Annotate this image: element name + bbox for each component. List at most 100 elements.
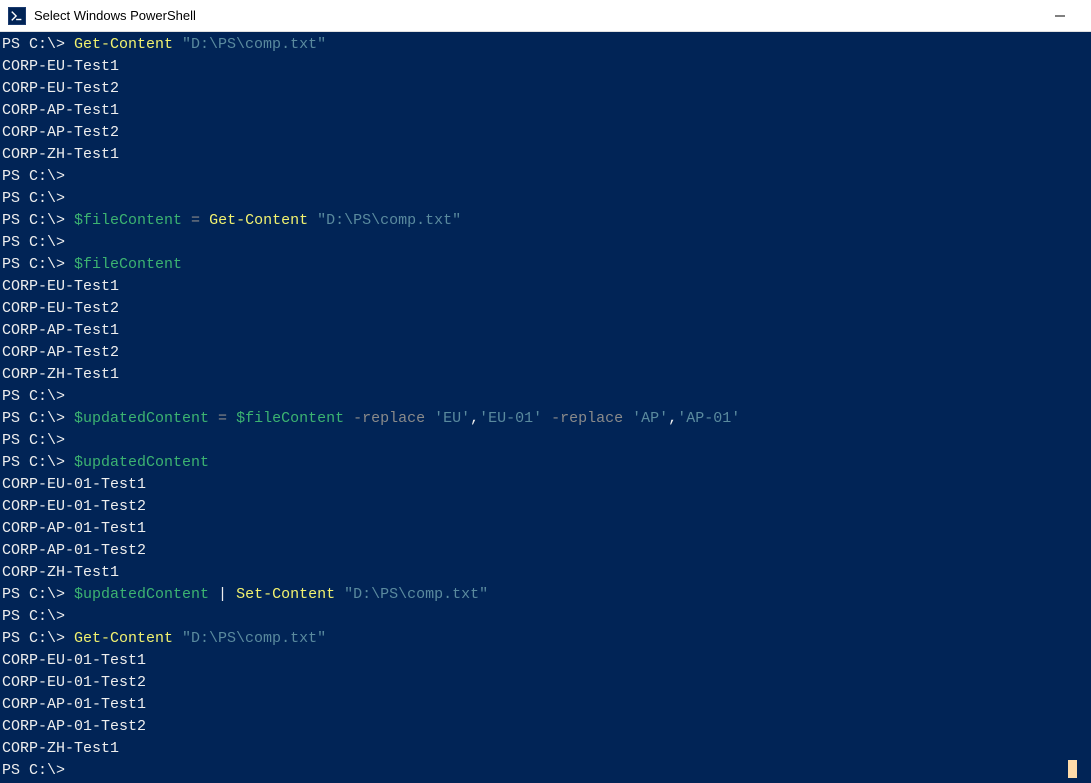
powershell-icon	[8, 7, 26, 25]
terminal-segment: PS C:\>	[2, 190, 65, 207]
terminal-line: CORP-AP-Test1	[2, 100, 1091, 122]
terminal-segment: PS C:\>	[2, 388, 65, 405]
terminal-line: CORP-EU-01-Test1	[2, 474, 1091, 496]
terminal-line: CORP-EU-01-Test1	[2, 650, 1091, 672]
terminal-line: CORP-EU-Test1	[2, 276, 1091, 298]
terminal-segment: 'AP'	[632, 410, 668, 427]
terminal-segment: CORP-EU-Test2	[2, 300, 119, 317]
terminal-line: CORP-AP-01-Test2	[2, 716, 1091, 738]
window-title: Select Windows PowerShell	[34, 8, 1037, 23]
terminal-line: CORP-AP-Test2	[2, 342, 1091, 364]
terminal-segment: Get-Content	[209, 212, 317, 229]
terminal-segment: $updatedContent	[74, 586, 218, 603]
terminal-segment: CORP-EU-01-Test1	[2, 476, 146, 493]
terminal-segment: Get-Content	[74, 36, 182, 53]
terminal-line: PS C:\> $updatedContent | Set-Content "D…	[2, 584, 1091, 606]
terminal-line: PS C:\> $updatedContent = $fileContent -…	[2, 408, 1091, 430]
terminal-line: CORP-EU-Test1	[2, 56, 1091, 78]
terminal-segment: PS C:\>	[2, 432, 65, 449]
terminal-segment: CORP-EU-Test1	[2, 278, 119, 295]
terminal-segment: 'AP-01'	[677, 410, 740, 427]
terminal-segment: CORP-EU-Test2	[2, 80, 119, 97]
terminal-segment: "D:\PS\comp.txt"	[182, 36, 326, 53]
terminal-segment: CORP-EU-01-Test2	[2, 498, 146, 515]
terminal-segment: CORP-AP-Test1	[2, 102, 119, 119]
terminal-cursor	[1066, 759, 1077, 781]
terminal-line: PS C:\> $fileContent	[2, 254, 1091, 276]
terminal-segment: PS C:\>	[2, 410, 74, 427]
terminal-segment: $fileContent	[236, 410, 353, 427]
terminal-segment: CORP-EU-01-Test1	[2, 652, 146, 669]
terminal-segment: PS C:\>	[2, 608, 65, 625]
terminal-segment: 'EU'	[434, 410, 470, 427]
terminal-line: CORP-AP-01-Test2	[2, 540, 1091, 562]
terminal-segment: "D:\PS\comp.txt"	[182, 630, 326, 647]
terminal-segment: CORP-AP-01-Test1	[2, 696, 146, 713]
terminal-segment: CORP-AP-01-Test2	[2, 542, 146, 559]
terminal-line: CORP-AP-Test2	[2, 122, 1091, 144]
terminal-segment: PS C:\>	[2, 168, 65, 185]
terminal-line: CORP-ZH-Test1	[2, 738, 1091, 760]
window-controls	[1037, 0, 1083, 31]
terminal-segment: CORP-ZH-Test1	[2, 146, 119, 163]
window-title-bar[interactable]: Select Windows PowerShell	[0, 0, 1091, 32]
terminal-segment: PS C:\>	[2, 234, 65, 251]
terminal-segment: 'EU-01'	[479, 410, 551, 427]
terminal-segment: "D:\PS\comp.txt"	[344, 586, 488, 603]
minimize-button[interactable]	[1037, 0, 1083, 31]
terminal-segment: CORP-AP-Test2	[2, 344, 119, 361]
terminal-line: CORP-EU-Test2	[2, 298, 1091, 320]
terminal-line: PS C:\>	[2, 188, 1091, 210]
terminal-segment: -replace	[353, 410, 434, 427]
terminal-segment: PS C:\>	[2, 762, 65, 779]
terminal-segment: CORP-ZH-Test1	[2, 740, 119, 757]
terminal-line: PS C:\> Get-Content "D:\PS\comp.txt"	[2, 628, 1091, 650]
terminal-area[interactable]: PS C:\> Get-Content "D:\PS\comp.txt" CORP…	[0, 32, 1091, 783]
terminal-segment: PS C:\>	[2, 586, 74, 603]
terminal-segment: ,	[668, 410, 677, 427]
terminal-segment: PS C:\>	[2, 630, 74, 647]
terminal-line: PS C:\>	[2, 232, 1091, 254]
terminal-segment: CORP-EU-Test1	[2, 58, 119, 75]
terminal-segment: $fileContent	[74, 212, 191, 229]
terminal-segment: CORP-ZH-Test1	[2, 564, 119, 581]
terminal-line: CORP-AP-01-Test1	[2, 694, 1091, 716]
terminal-segment: $updatedContent	[74, 454, 209, 471]
terminal-line: PS C:\> Get-Content "D:\PS\comp.txt"	[2, 34, 1091, 56]
terminal-line: CORP-EU-01-Test2	[2, 496, 1091, 518]
terminal-line: PS C:\> $fileContent = Get-Content "D:\P…	[2, 210, 1091, 232]
terminal-line: CORP-ZH-Test1	[2, 562, 1091, 584]
terminal-line: PS C:\>	[2, 606, 1091, 628]
terminal-segment: CORP-AP-Test1	[2, 322, 119, 339]
terminal-segment: Set-Content	[236, 586, 344, 603]
terminal-segment: =	[191, 212, 209, 229]
minimize-icon	[1055, 11, 1065, 21]
terminal-segment: PS C:\>	[2, 36, 74, 53]
terminal-segment: -replace	[551, 410, 632, 427]
terminal-line: CORP-AP-Test1	[2, 320, 1091, 342]
terminal-segment: PS C:\>	[2, 212, 74, 229]
terminal-segment: "D:\PS\comp.txt"	[317, 212, 461, 229]
terminal-segment: |	[218, 586, 236, 603]
terminal-line: PS C:\>	[2, 430, 1091, 452]
terminal-segment: Get-Content	[74, 630, 182, 647]
terminal-segment: $updatedContent	[74, 410, 218, 427]
terminal-segment: PS C:\>	[2, 256, 74, 273]
terminal-segment: CORP-AP-Test2	[2, 124, 119, 141]
terminal-line: CORP-ZH-Test1	[2, 144, 1091, 166]
terminal-line: PS C:\>	[2, 760, 1091, 782]
terminal-segment: =	[218, 410, 236, 427]
terminal-line: CORP-ZH-Test1	[2, 364, 1091, 386]
terminal-segment: PS C:\>	[2, 454, 74, 471]
terminal-line: PS C:\>	[2, 386, 1091, 408]
terminal-segment: CORP-EU-01-Test2	[2, 674, 146, 691]
terminal-segment: CORP-ZH-Test1	[2, 366, 119, 383]
terminal-segment: CORP-AP-01-Test1	[2, 520, 146, 537]
terminal-line: CORP-EU-01-Test2	[2, 672, 1091, 694]
terminal-line: CORP-AP-01-Test1	[2, 518, 1091, 540]
terminal-segment: $fileContent	[74, 256, 182, 273]
terminal-line: PS C:\> $updatedContent	[2, 452, 1091, 474]
terminal-segment: ,	[470, 410, 479, 427]
terminal-segment: CORP-AP-01-Test2	[2, 718, 146, 735]
terminal-line: CORP-EU-Test2	[2, 78, 1091, 100]
